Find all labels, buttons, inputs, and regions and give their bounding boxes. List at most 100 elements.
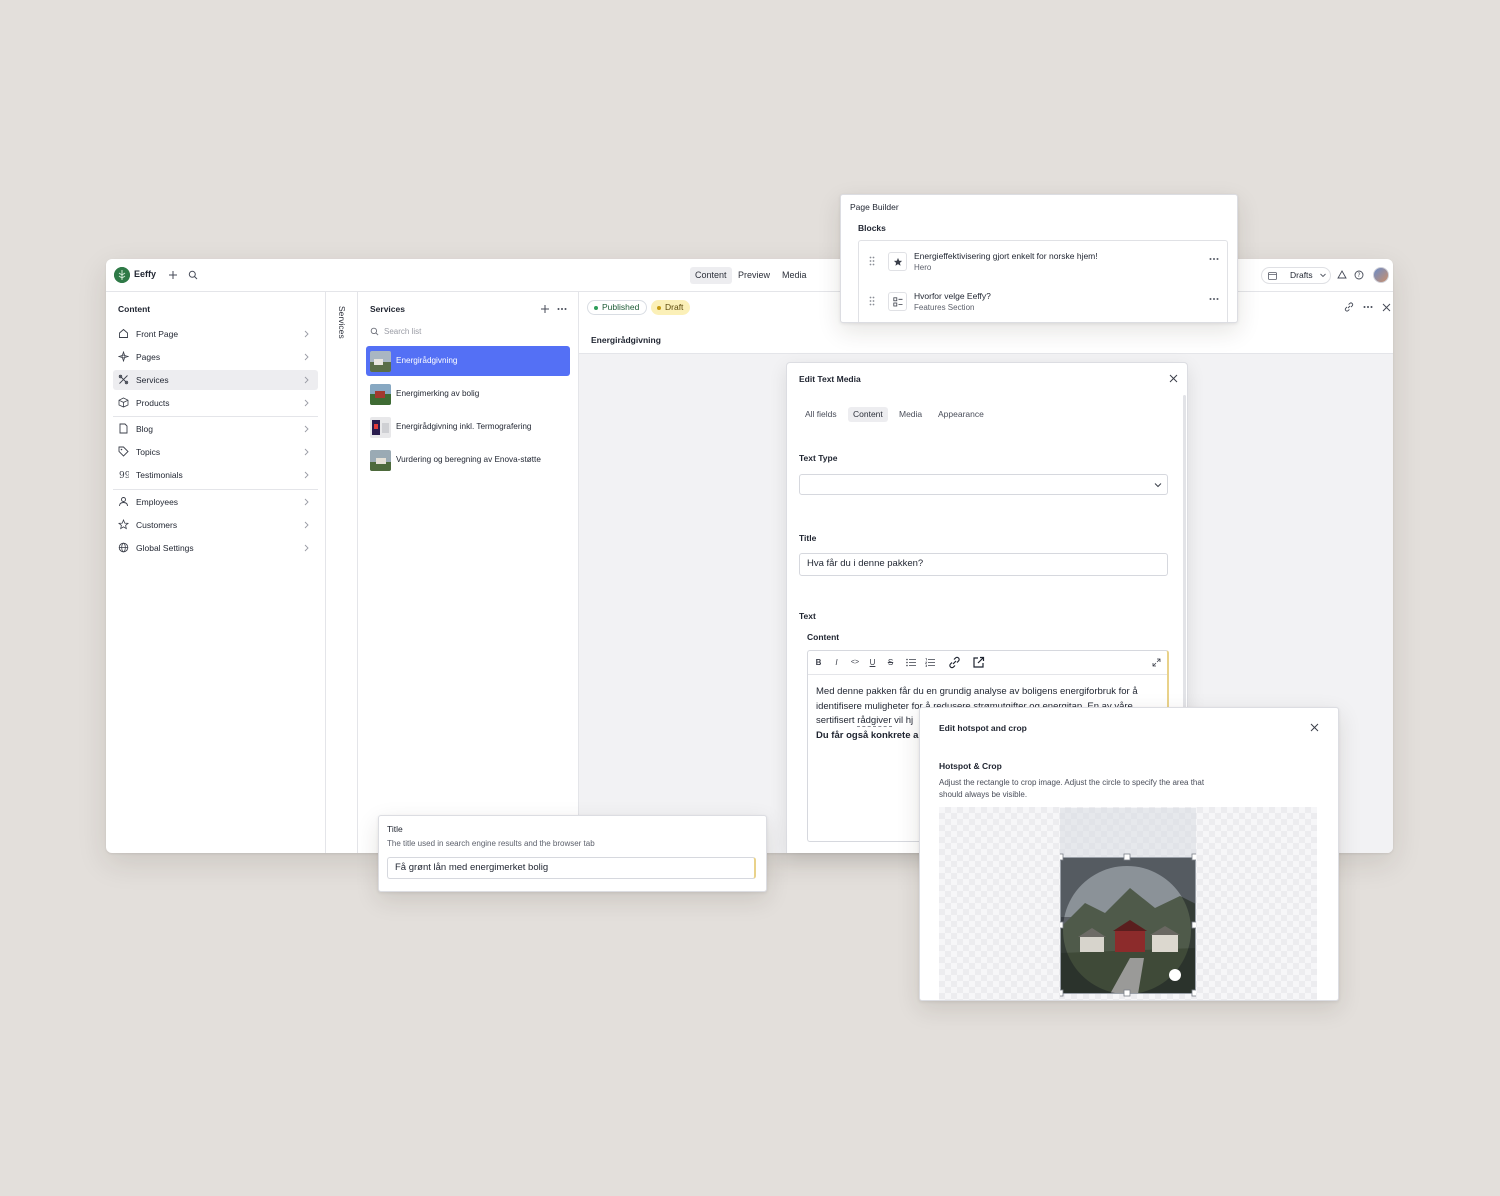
tab-content[interactable]: Content [848, 407, 888, 422]
tab-all-fields[interactable]: All fields [800, 407, 842, 422]
collapsed-pane-label: Services [337, 306, 347, 339]
title-input[interactable]: Hva får du i denne pakken? [799, 553, 1168, 576]
more-icon[interactable] [1209, 257, 1219, 261]
block-title: Hvorfor velge Eeffy? [914, 291, 991, 301]
chevron-right-icon [304, 376, 309, 384]
underline-button[interactable]: U [867, 657, 878, 669]
drag-handle-icon[interactable] [869, 296, 875, 306]
search-icon[interactable] [186, 268, 200, 282]
nav-item-label: Front Page [136, 329, 179, 339]
tab-media[interactable]: Media [777, 267, 812, 284]
list-item-energimerking[interactable]: Energimerking av bolig [366, 379, 570, 409]
code-button[interactable]: <> [848, 657, 862, 669]
chevron-right-icon [304, 544, 309, 552]
nav-item-label: Blog [136, 424, 154, 434]
seo-title-input[interactable]: Få grønt lån med energimerket bolig [387, 857, 756, 879]
document-title: Energirådgivning [591, 335, 661, 345]
chevron-right-icon [304, 448, 309, 456]
block-item-hero[interactable]: Energieffektivisering gjort enkelt for n… [859, 243, 1227, 279]
content-label: Content [807, 632, 840, 642]
strikethrough-button[interactable]: S [885, 657, 896, 669]
nav-item-front-page[interactable]: Front Page [113, 324, 318, 344]
nav-item-label: Customers [136, 520, 178, 530]
nav-item-global-settings[interactable]: Global Settings [113, 538, 318, 558]
nav-item-label: Testimonials [136, 470, 183, 480]
list-item-energiradgivning[interactable]: Energirådgivning [366, 346, 570, 376]
close-icon[interactable] [1169, 374, 1178, 383]
chevron-down-icon [1154, 483, 1162, 488]
create-document-icon[interactable] [538, 302, 552, 316]
drag-handle-icon[interactable] [869, 256, 875, 266]
chevron-right-icon [304, 521, 309, 529]
tab-appearance[interactable]: Appearance [933, 407, 989, 422]
nav-item-products[interactable]: Products [113, 393, 318, 413]
chevron-right-icon [304, 399, 309, 407]
seo-title-field-card: Title The title used in search engine re… [378, 815, 767, 892]
chevron-down-icon [1320, 273, 1326, 278]
status-published-label: Published [602, 302, 640, 312]
nav-item-customers[interactable]: Customers [113, 515, 318, 535]
external-link-icon[interactable] [972, 656, 985, 669]
brand-name[interactable]: Eeffy [134, 269, 156, 279]
list-item-termografering[interactable]: Energirådgivning inkl. Termografering [366, 412, 570, 442]
nav-item-employees[interactable]: Employees [113, 492, 318, 512]
nav-item-label: Global Settings [136, 543, 194, 553]
package-icon [118, 397, 129, 408]
spellcheck-word[interactable]: rådgiver [857, 715, 892, 727]
link-icon[interactable] [1342, 300, 1356, 314]
close-icon[interactable] [1379, 300, 1393, 314]
block-title: Energieffektivisering gjort enkelt for n… [914, 251, 1098, 261]
block-item-features[interactable]: Hvorfor velge Eeffy? Features Section [859, 283, 1227, 319]
tab-media[interactable]: Media [894, 407, 927, 422]
search-list-input[interactable]: Search list [370, 326, 560, 340]
perspective-label: Drafts [1290, 270, 1313, 280]
perspective-select[interactable]: Drafts [1261, 267, 1331, 284]
help-icon[interactable]: ? [1352, 268, 1366, 282]
page-builder-title: Page Builder [850, 202, 899, 212]
list-item-label: Energimerking av bolig [396, 389, 480, 398]
home-icon [119, 328, 128, 338]
numbered-list-icon[interactable] [925, 658, 935, 667]
text-type-label: Text Type [799, 453, 838, 463]
search-icon [370, 327, 379, 336]
nav-item-label: Products [136, 398, 170, 408]
bold-button[interactable]: B [813, 657, 824, 669]
more-icon[interactable] [1361, 300, 1375, 314]
nav-item-services[interactable]: Services [113, 370, 318, 390]
nav-item-topics[interactable]: Topics [113, 442, 318, 462]
more-icon[interactable] [1209, 297, 1219, 301]
quote-icon: 99 [119, 471, 129, 480]
nav-divider [113, 416, 318, 417]
italic-button[interactable]: I [831, 657, 842, 669]
nav-item-label: Services [136, 375, 169, 385]
document-thumbnail [370, 384, 391, 405]
nav-item-label: Pages [136, 352, 161, 362]
notifications-icon[interactable] [1335, 268, 1349, 282]
eeffy-logo[interactable] [114, 267, 130, 283]
link-icon[interactable] [948, 656, 961, 669]
document-thumbnail [370, 417, 391, 438]
add-icon[interactable] [166, 268, 180, 282]
close-icon[interactable] [1310, 723, 1319, 732]
crop-image-area[interactable] [1060, 808, 1196, 1001]
chevron-right-icon [304, 425, 309, 433]
nav-item-testimonials[interactable]: 99 Testimonials [113, 465, 318, 485]
blocks-label: Blocks [858, 223, 886, 233]
list-item-enova-stotte[interactable]: Vurdering og beregning av Enova-støtte [366, 445, 570, 475]
nav-item-blog[interactable]: Blog [113, 419, 318, 439]
document-thumbnail [370, 351, 391, 372]
bullet-list-icon[interactable] [906, 658, 916, 667]
nav-item-label: Employees [136, 497, 179, 507]
tab-preview[interactable]: Preview [733, 267, 775, 284]
user-avatar[interactable] [1373, 267, 1389, 283]
tab-content[interactable]: Content [690, 267, 732, 284]
expand-icon[interactable] [1152, 658, 1161, 667]
status-badge-published: Published [587, 300, 648, 315]
more-icon[interactable] [555, 302, 569, 316]
services-pane-title: Services [370, 304, 405, 314]
hotspot-handle[interactable] [1169, 969, 1181, 981]
tag-icon [118, 446, 129, 457]
collapsed-services-pane[interactable]: Services [326, 292, 358, 853]
text-type-select[interactable] [799, 474, 1168, 495]
nav-item-pages[interactable]: Pages [113, 347, 318, 367]
